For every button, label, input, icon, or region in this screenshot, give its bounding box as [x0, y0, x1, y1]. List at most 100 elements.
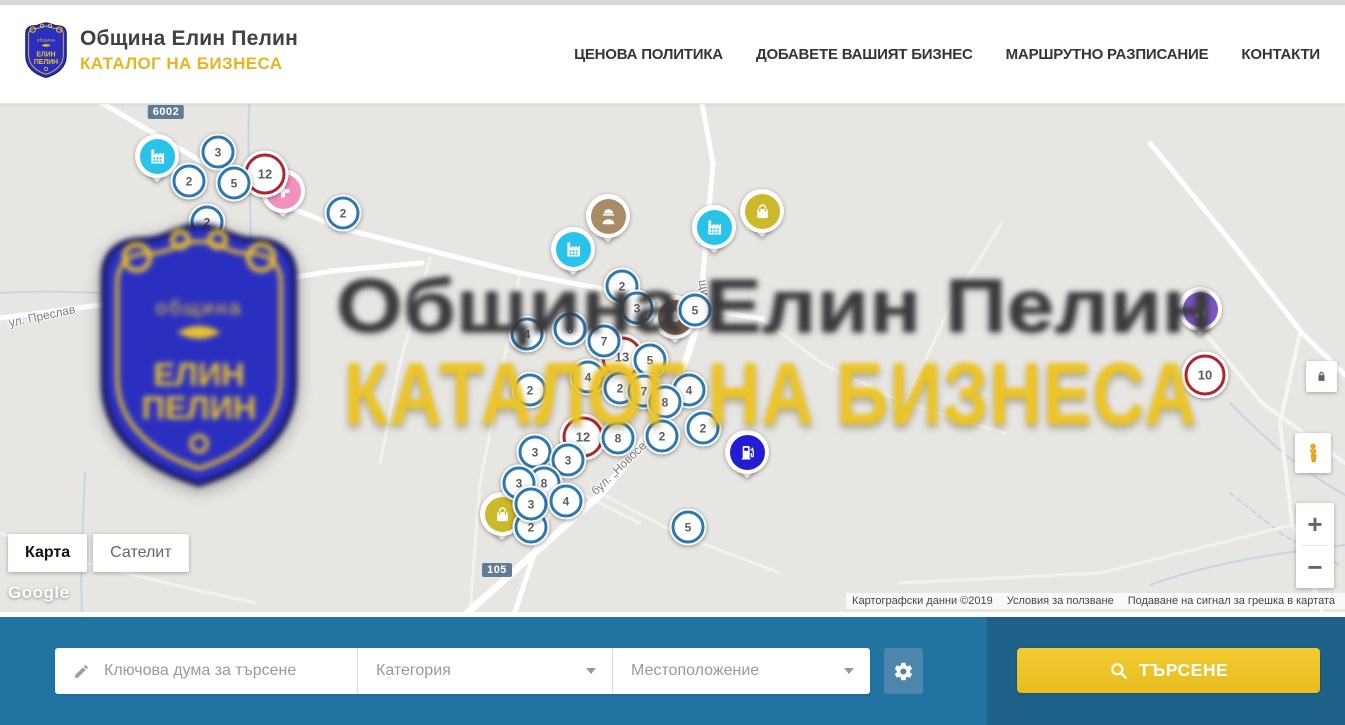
cluster-marker[interactable]: 10 — [1182, 352, 1229, 399]
cluster-count: 7 — [588, 325, 621, 358]
cluster-marker[interactable]: 2 — [189, 204, 226, 241]
location-value: Местоположение — [631, 662, 759, 680]
cluster-count: 5 — [218, 167, 251, 200]
cluster-marker[interactable]: 8 — [600, 420, 637, 457]
cluster-count: 5 — [634, 344, 667, 377]
fuel-station-pin[interactable] — [725, 430, 769, 474]
site-title: Община Елин Пелин — [80, 27, 298, 51]
pin-disc — [692, 205, 736, 249]
map-canvas[interactable]: 6002105ул. Преславбул. „Новоселщи 123252… — [0, 103, 1345, 612]
category-select[interactable]: Категория — [357, 648, 612, 694]
cluster-count: 2 — [191, 206, 224, 239]
shopping-bag-icon — [745, 194, 780, 229]
cluster-marker[interactable]: 7 — [586, 323, 623, 360]
cluster-count: 10 — [1185, 355, 1226, 396]
page: община ЕЛИН ПЕЛИН Община Елин Пелин КАТА… — [0, 0, 1345, 725]
cluster-count: 4 — [572, 361, 605, 394]
svg-text:община: община — [37, 38, 55, 43]
settings-button[interactable] — [884, 648, 923, 694]
category-value: Категория — [376, 662, 451, 680]
pencil-icon — [73, 663, 90, 680]
worker-pin[interactable] — [586, 194, 630, 238]
pin-disc — [1178, 287, 1222, 331]
cluster-count: 3 — [621, 292, 654, 325]
cluster-count: 8 — [602, 422, 635, 455]
cluster-marker[interactable]: 2 — [685, 410, 722, 447]
brand[interactable]: община ЕЛИН ПЕЛИН Община Елин Пелин КАТА… — [22, 20, 298, 80]
map-markers: 1232522235461375427482128223383234510 — [0, 103, 1345, 612]
pin-disc — [740, 189, 784, 233]
factory-pin[interactable] — [692, 205, 736, 249]
municipality-logo-icon: община ЕЛИН ПЕЛИН — [22, 20, 70, 80]
nav-route-schedule[interactable]: МАРШРУТНО РАЗПИСАНИЕ — [1006, 46, 1209, 63]
cluster-marker[interactable]: 3 — [619, 290, 656, 327]
gear-icon — [893, 661, 914, 682]
cluster-marker[interactable]: 8 — [647, 384, 684, 421]
cluster-count: 6 — [554, 313, 587, 346]
cluster-count: 2 — [173, 165, 206, 198]
street-view-pegman[interactable] — [1295, 433, 1331, 473]
attribution-data: Картографски данни ©2019 — [852, 595, 993, 607]
location-select[interactable]: Местоположение — [612, 648, 870, 694]
svg-text:ПЕЛИН: ПЕЛИН — [34, 59, 58, 66]
nav-pricing-policy[interactable]: ЦЕНОВА ПОЛИТИКА — [574, 46, 723, 63]
cluster-marker[interactable]: 2 — [325, 195, 362, 232]
cluster-count: 5 — [672, 511, 705, 544]
attribution-terms-link[interactable]: Условия за ползване — [1007, 595, 1114, 607]
lock-button[interactable] — [1306, 361, 1337, 392]
nav-add-your-business[interactable]: ДОБАВЕТЕ ВАШИЯТ БИЗНЕС — [756, 46, 973, 63]
cluster-marker[interactable]: 2 — [171, 163, 208, 200]
cluster-marker[interactable]: 4 — [548, 483, 585, 520]
chevron-down-icon — [586, 668, 596, 674]
cluster-count: 3 — [202, 136, 235, 169]
header: община ЕЛИН ПЕЛИН Община Елин Пелин КАТА… — [0, 5, 1345, 104]
cluster-marker[interactable]: 5 — [670, 509, 707, 546]
cluster-marker[interactable]: 3 — [513, 486, 550, 523]
zoom-control: + − — [1296, 503, 1334, 588]
keyword-segment — [55, 648, 357, 694]
svg-text:ЕЛИН: ЕЛИН — [36, 52, 55, 59]
main-nav: ЦЕНОВА ПОЛИТИКА ДОБАВЕТЕ ВАШИЯТ БИЗНЕС М… — [574, 5, 1320, 103]
chevron-down-icon — [844, 668, 854, 674]
nav-contacts[interactable]: КОНТАКТИ — [1241, 46, 1320, 63]
cluster-count: 4 — [550, 485, 583, 518]
search-field-group: Категория Местоположение — [55, 648, 870, 694]
attribution-report-link[interactable]: Подаване на сигнал за грешка в картата — [1128, 595, 1335, 607]
cluster-marker[interactable]: 5 — [677, 292, 714, 329]
cluster-marker[interactable]: 2 — [644, 418, 681, 455]
cluster-count: 3 — [519, 436, 552, 469]
church-pin[interactable] — [1178, 287, 1222, 331]
cluster-count: 4 — [511, 318, 544, 351]
cluster-count: 2 — [646, 420, 679, 453]
cluster-marker[interactable]: 6 — [552, 311, 589, 348]
cluster-marker[interactable]: 4 — [509, 316, 546, 353]
worker-icon — [591, 199, 626, 234]
google-logo[interactable]: Google — [8, 583, 70, 603]
cluster-count: 3 — [515, 488, 548, 521]
cluster-marker[interactable]: 2 — [512, 372, 549, 409]
cluster-count: 2 — [514, 374, 547, 407]
site-subtitle: КАТАЛОГ НА БИЗНЕСА — [80, 54, 298, 74]
shopping-bag-pin[interactable] — [740, 189, 784, 233]
church-icon — [1183, 292, 1218, 327]
map-type-control: Карта Сателит — [8, 534, 189, 572]
zoom-in-button[interactable]: + — [1296, 503, 1334, 545]
search-bar: Категория Местоположение ТЪРСЕНЕ — [0, 617, 1345, 725]
map-type-map-button[interactable]: Карта — [8, 534, 87, 572]
search-icon — [1109, 661, 1129, 681]
cluster-marker[interactable]: 5 — [216, 165, 253, 202]
pin-disc — [586, 194, 630, 238]
cluster-count: 2 — [327, 197, 360, 230]
map-attribution: Картографски данни ©2019 Условия за ползв… — [846, 593, 1345, 609]
pegman-icon — [1302, 442, 1324, 464]
cluster-count: 5 — [679, 294, 712, 327]
search-button[interactable]: ТЪРСЕНЕ — [1017, 648, 1320, 693]
zoom-out-button[interactable]: − — [1296, 546, 1334, 588]
keyword-input[interactable] — [102, 661, 346, 681]
fuel-station-icon — [730, 435, 765, 470]
cluster-count: 8 — [649, 386, 682, 419]
factory-icon — [140, 139, 175, 174]
map-type-satellite-button[interactable]: Сателит — [93, 534, 188, 572]
pin-disc — [725, 430, 769, 474]
cluster-count: 2 — [687, 412, 720, 445]
